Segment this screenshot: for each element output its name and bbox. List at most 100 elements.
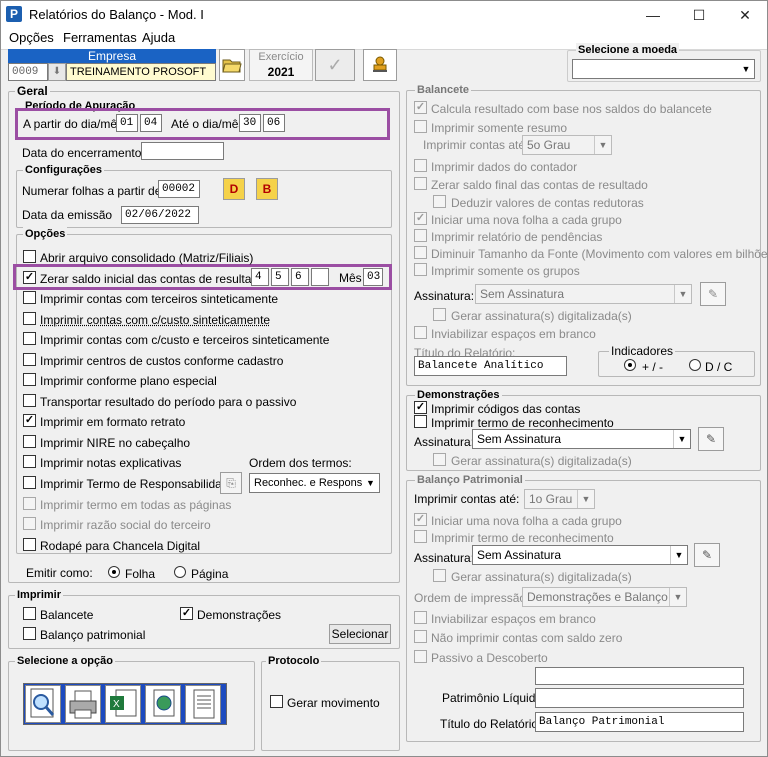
chevron-down-icon[interactable]: ▼ — [738, 60, 754, 78]
balancete-checkbox-2[interactable] — [414, 159, 427, 172]
imprimir-balancete-checkbox[interactable] — [23, 607, 36, 620]
balanco-passivo-field[interactable] — [535, 667, 744, 685]
balancete-assinatura-select[interactable]: Sem Assinatura ▼ — [475, 284, 692, 304]
balancete-checkbox-7[interactable] — [414, 246, 427, 259]
export-web-button[interactable] — [145, 685, 181, 723]
balancete-checkbox-4[interactable] — [433, 195, 446, 208]
from-month-field[interactable]: 04 — [140, 114, 162, 132]
numerar-d-button[interactable]: D — [223, 178, 245, 200]
preview-button[interactable] — [25, 685, 61, 723]
balanco-assinatura-value: Sem Assinatura — [477, 548, 562, 562]
chevron-down-icon: ▼ — [362, 474, 379, 492]
gerar-movimento-checkbox[interactable] — [270, 695, 283, 708]
chevron-down-icon: ▼ — [674, 285, 691, 303]
imprimir-demonstracoes-checkbox[interactable] — [180, 607, 193, 620]
opcao-checkbox-13[interactable] — [23, 517, 36, 530]
indicadores-dc-radio[interactable] — [689, 359, 701, 371]
balanco-nova-folha-checkbox[interactable] — [414, 513, 427, 526]
opcao-checkbox-7[interactable] — [23, 394, 36, 407]
balancete-checkbox-6[interactable] — [414, 229, 427, 242]
balancete-checkbox-8[interactable] — [414, 263, 427, 276]
opcao-checkbox-3[interactable] — [23, 312, 36, 325]
from-day-field[interactable]: 01 — [116, 114, 138, 132]
imprimir-balanco-checkbox[interactable] — [23, 627, 36, 640]
balanco-termo-checkbox[interactable] — [414, 530, 427, 543]
close-button[interactable]: ✕ — [733, 5, 757, 25]
menu-ferramentas[interactable]: Ferramentas — [63, 29, 137, 47]
zerar-month-3[interactable]: 6 — [291, 268, 309, 286]
mes-field[interactable]: 03 — [363, 268, 383, 286]
empresa-name-field[interactable]: TREINAMENTO PROSOFT — [66, 63, 216, 81]
to-month-field[interactable]: 06 — [263, 114, 285, 132]
balancete-checkbox-1[interactable] — [414, 120, 427, 133]
balancete-titulo-field[interactable]: Balancete Analítico — [414, 356, 567, 376]
zerar-month-2[interactable]: 5 — [271, 268, 289, 286]
opcao-checkbox-10[interactable] — [23, 455, 36, 468]
demonstracoes-codigos-checkbox[interactable] — [414, 401, 427, 414]
export-excel-button[interactable]: X — [105, 685, 141, 723]
open-folder-button[interactable] — [219, 49, 245, 81]
export-text-button[interactable] — [185, 685, 221, 723]
indicadores-sinal-radio[interactable] — [624, 359, 636, 371]
emissao-field[interactable]: 02/06/2022 — [121, 206, 199, 224]
balanco-ordem-select[interactable]: Demonstrações e Balanço ▼ — [522, 587, 687, 607]
termo-config-button[interactable]: ⎘ — [220, 472, 242, 494]
emitir-pagina-radio[interactable] — [174, 566, 186, 578]
balanco-assinatura-select[interactable]: Sem Assinatura ▼ — [472, 545, 688, 565]
balancete-contas-ate-select[interactable]: 5o Grau ▼ — [522, 135, 612, 155]
opcao-checkbox-14[interactable] — [23, 538, 36, 551]
demonstracoes-assinatura-config-button[interactable]: ✎ — [698, 427, 724, 451]
maximize-button[interactable]: ☐ — [687, 5, 711, 25]
opcao-checkbox-9[interactable] — [23, 435, 36, 448]
print-button[interactable] — [65, 685, 101, 723]
balancete-checkbox-0[interactable] — [414, 101, 427, 114]
empresa-code-field[interactable]: 0009 — [8, 63, 48, 81]
menu-ajuda[interactable]: Ajuda — [142, 29, 175, 47]
balancete-checkbox-9[interactable] — [433, 308, 446, 321]
numerar-b-button[interactable]: B — [256, 178, 278, 200]
opcao-checkbox-0[interactable] — [23, 250, 36, 263]
balanco-passivo-checkbox[interactable] — [414, 650, 427, 663]
balanco-nao-imprimir-checkbox[interactable] — [414, 630, 427, 643]
balancete-assinatura-config-button[interactable]: ✎ — [700, 282, 726, 306]
balanco-assinatura-config-button[interactable]: ✎ — [694, 543, 720, 567]
demonstracoes-termo-checkbox[interactable] — [414, 415, 427, 428]
balancete-checkbox-3[interactable] — [414, 177, 427, 190]
moeda-select[interactable] — [572, 59, 755, 79]
balanco-inviabilizar-checkbox[interactable] — [414, 611, 427, 624]
balanco-patrimonio-field[interactable] — [535, 688, 744, 708]
moeda-legend: Selecione a moeda — [576, 43, 680, 57]
opcao-checkbox-11[interactable] — [23, 476, 36, 489]
balanco-titulo-field[interactable]: Balanço Patrimonial — [535, 712, 744, 732]
svg-text:X: X — [113, 699, 120, 710]
balanco-gerar-checkbox[interactable] — [433, 569, 446, 582]
encerramento-field[interactable] — [141, 142, 224, 160]
numerar-field[interactable]: 00002 — [158, 180, 200, 198]
opcao-checkbox-4[interactable] — [23, 332, 36, 345]
selecionar-button[interactable]: Selecionar — [329, 624, 391, 644]
ordem-termos-select[interactable]: Reconhec. e Respons. ▼ — [249, 473, 380, 493]
opcao-checkbox-6[interactable] — [23, 373, 36, 386]
minimize-button[interactable]: — — [641, 5, 665, 25]
balancete-checkbox-10[interactable] — [414, 326, 427, 339]
stamp-button[interactable] — [363, 49, 397, 81]
opcao-checkbox-8[interactable] — [23, 414, 36, 427]
zerar-month-4[interactable] — [311, 268, 329, 286]
demonstracoes-gerar-checkbox[interactable] — [433, 453, 446, 466]
emitir-folha-radio[interactable] — [108, 566, 120, 578]
balancete-contas-ate-value: 5o Grau — [527, 138, 571, 152]
balanco-contas-ate-select[interactable]: 1o Grau ▼ — [524, 489, 595, 509]
balancete-checkbox-5[interactable] — [414, 212, 427, 225]
config-legend: Configurações — [23, 163, 105, 177]
empresa-lookup-button[interactable]: ⬇ — [48, 63, 66, 81]
demonstracoes-assinatura-select[interactable]: Sem Assinatura ▼ — [472, 429, 691, 449]
opcao-checkbox-5[interactable] — [23, 353, 36, 366]
to-day-field[interactable]: 30 — [239, 114, 261, 132]
opcao-checkbox-12[interactable] — [23, 497, 36, 510]
zerar-month-1[interactable]: 4 — [251, 268, 269, 286]
confirm-button[interactable]: ✓ — [315, 49, 355, 81]
exercicio-value[interactable]: 2021 — [250, 64, 312, 80]
menu-opcoes[interactable]: Opções — [9, 29, 54, 47]
opcao-checkbox-2[interactable] — [23, 291, 36, 304]
opcao-checkbox-1[interactable] — [23, 271, 36, 284]
